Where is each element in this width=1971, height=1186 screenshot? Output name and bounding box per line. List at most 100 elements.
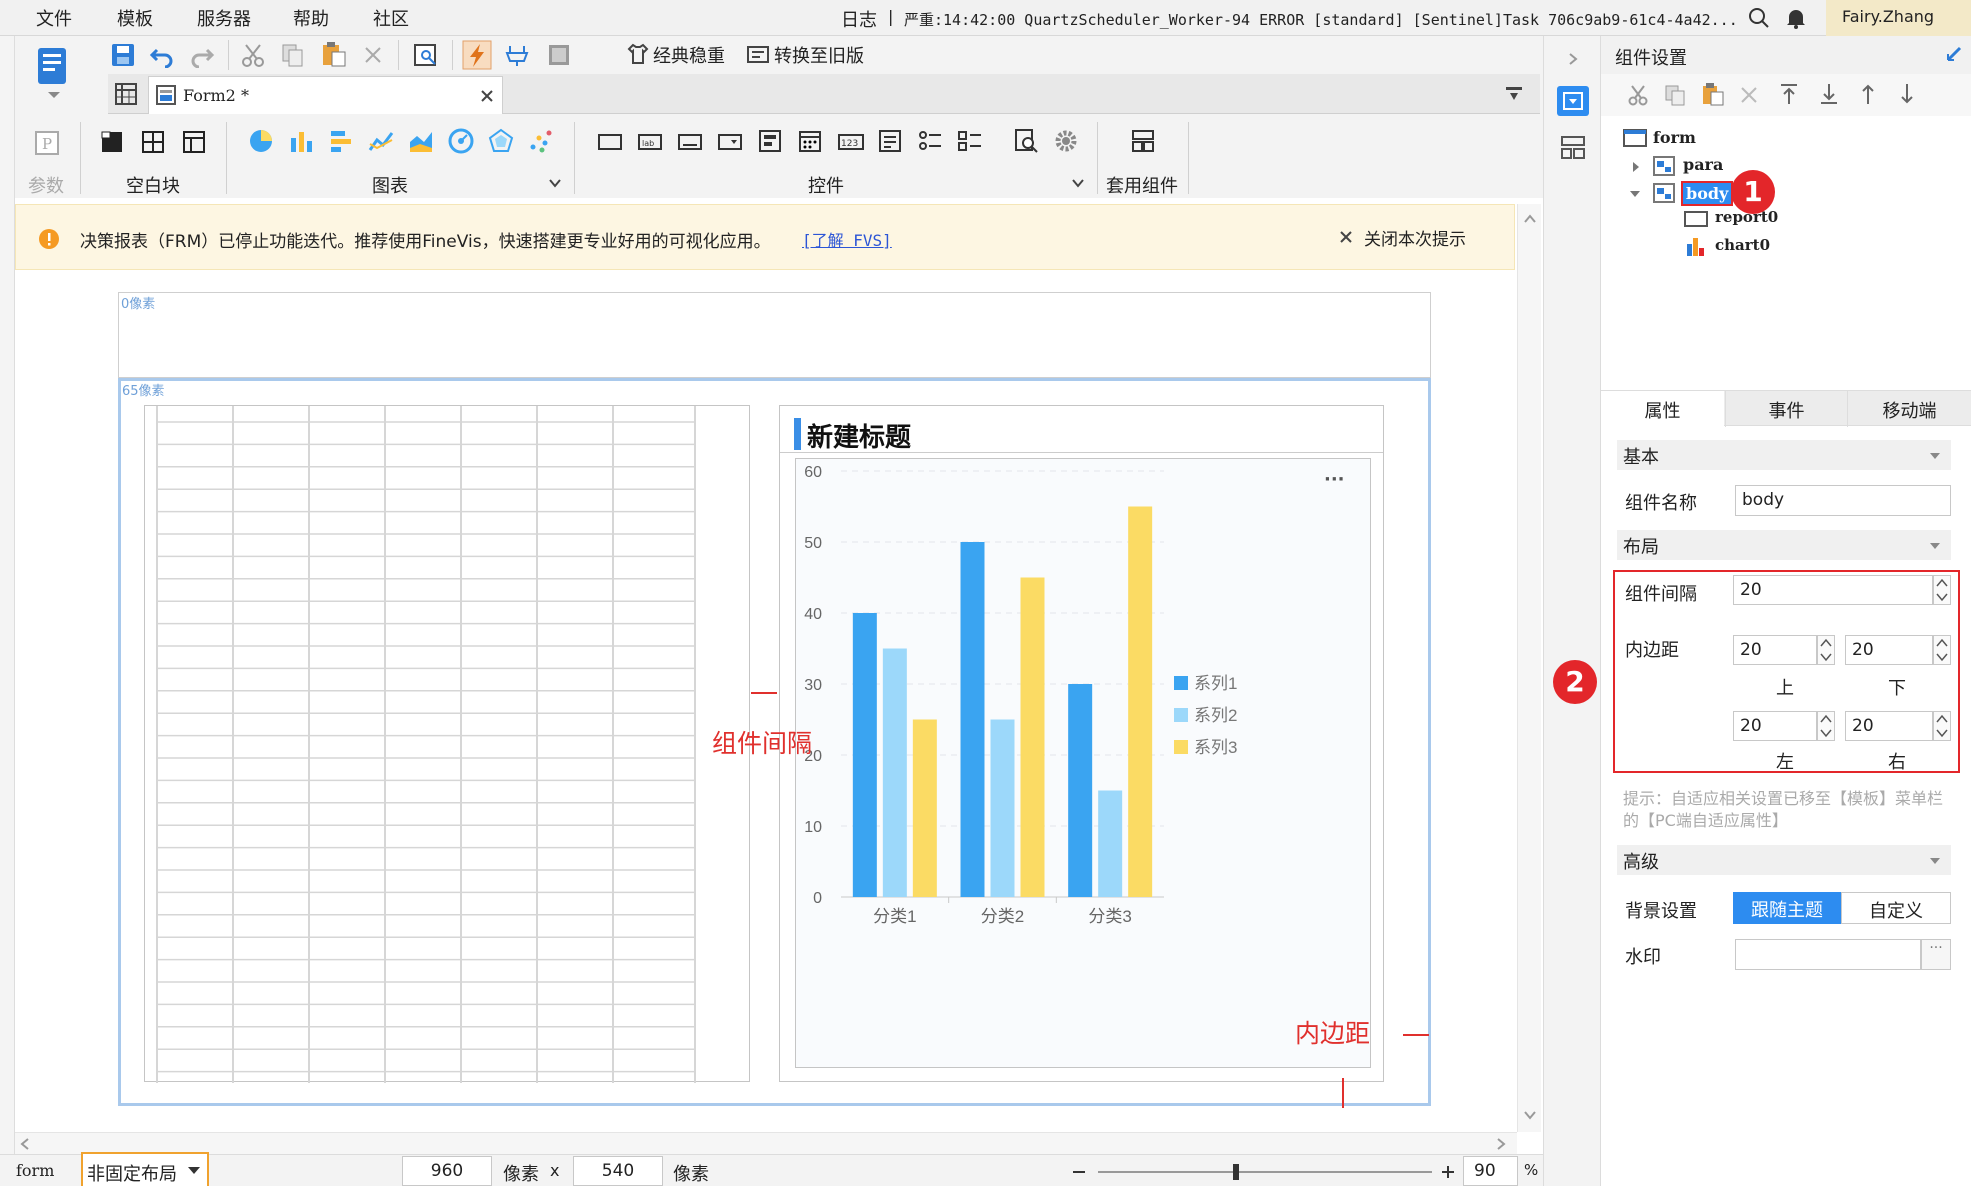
shirt-icon[interactable] bbox=[626, 42, 650, 66]
gap-input[interactable]: 20 bbox=[1733, 575, 1933, 605]
close-notice-button[interactable]: 关闭本次提示 bbox=[1364, 225, 1466, 250]
tab-properties[interactable]: 属性 bbox=[1601, 391, 1724, 427]
classic-style-button[interactable]: 经典稳重 bbox=[653, 42, 725, 68]
notice-link[interactable]: [了解 FVS] bbox=[802, 227, 892, 251]
move-bottom-icon[interactable] bbox=[1819, 83, 1839, 105]
menu-template[interactable]: 模板 bbox=[117, 5, 153, 31]
para-area[interactable]: 0像素 bbox=[118, 292, 1431, 378]
user-name[interactable]: Fairy.Zhang bbox=[1826, 0, 1971, 36]
padding-top-stepper[interactable] bbox=[1817, 635, 1835, 665]
convert-old-button[interactable]: 转换至旧版 bbox=[774, 42, 864, 68]
tree-widget-icon[interactable] bbox=[757, 128, 783, 154]
bar-chart-icon[interactable] bbox=[288, 128, 314, 154]
section-basic[interactable]: 基本 bbox=[1617, 440, 1951, 470]
settings-widget-icon[interactable] bbox=[1053, 128, 1079, 154]
horizontal-scrollbar[interactable] bbox=[15, 1132, 1517, 1154]
param-icon[interactable]: P bbox=[34, 130, 60, 156]
delete-icon[interactable] bbox=[362, 44, 384, 66]
gauge-chart-icon[interactable] bbox=[448, 128, 474, 154]
width-input[interactable]: 960 bbox=[402, 1156, 492, 1186]
zoom-slider-track[interactable] bbox=[1098, 1171, 1432, 1173]
menu-file[interactable]: 文件 bbox=[36, 5, 72, 31]
line-chart-icon[interactable] bbox=[368, 128, 394, 154]
padding-left-input[interactable]: 20 bbox=[1733, 711, 1817, 741]
zoom-out-icon[interactable] bbox=[1071, 1165, 1087, 1179]
expand-arrow-icon[interactable] bbox=[1566, 52, 1580, 66]
button-widget-icon[interactable] bbox=[677, 130, 703, 154]
query-button-icon[interactable] bbox=[1013, 128, 1039, 154]
cut-icon[interactable] bbox=[240, 42, 266, 68]
scroll-left-icon[interactable] bbox=[19, 1137, 31, 1151]
number-widget-icon[interactable]: 123 bbox=[837, 130, 865, 154]
close-tab-icon[interactable] bbox=[480, 89, 494, 103]
padding-bottom-stepper[interactable] bbox=[1933, 635, 1951, 665]
chart-widget[interactable]: 新建标题 ··· 0 10 20 30 40 50 60 分类1 分类2 分类3 系列1 系列2 系列3 bbox=[779, 405, 1384, 1082]
tab-menu-icon[interactable] bbox=[1504, 84, 1524, 104]
log-label[interactable]: 日志 bbox=[841, 6, 877, 32]
padding-bottom-input[interactable]: 20 bbox=[1845, 635, 1933, 665]
move-up-icon[interactable] bbox=[1858, 83, 1878, 105]
scroll-down-icon[interactable] bbox=[1523, 1109, 1537, 1121]
menu-community[interactable]: 社区 bbox=[373, 5, 409, 31]
section-advanced[interactable]: 高级 bbox=[1617, 845, 1951, 875]
save-icon[interactable] bbox=[110, 42, 136, 68]
chart-expand-icon[interactable] bbox=[548, 176, 562, 190]
scatter-chart-icon[interactable] bbox=[528, 128, 554, 154]
watermark-input[interactable] bbox=[1735, 939, 1921, 970]
copy-icon[interactable] bbox=[280, 42, 306, 68]
zoom-in-icon[interactable] bbox=[1440, 1164, 1456, 1180]
panel-paste-icon[interactable] bbox=[1701, 82, 1725, 106]
grid-toggle-icon[interactable] bbox=[114, 82, 138, 106]
left-collapse-strip[interactable] bbox=[0, 36, 15, 1186]
padding-right-stepper[interactable] bbox=[1933, 711, 1951, 741]
report-widget[interactable] bbox=[144, 405, 750, 1083]
template-list-icon[interactable] bbox=[34, 46, 74, 100]
tree-node-form[interactable]: form bbox=[1653, 128, 1696, 147]
section-layout[interactable]: 布局 bbox=[1617, 530, 1951, 560]
tree-node-chart0[interactable]: chart0 bbox=[1715, 236, 1770, 254]
preview-icon[interactable] bbox=[413, 42, 439, 68]
scroll-right-icon[interactable] bbox=[1495, 1137, 1507, 1151]
pie-chart-icon[interactable] bbox=[248, 128, 274, 154]
vertical-scrollbar[interactable] bbox=[1517, 204, 1541, 1132]
flash-icon[interactable] bbox=[462, 40, 492, 70]
dropdown-widget-icon[interactable] bbox=[717, 130, 743, 154]
zoom-input[interactable]: 90 bbox=[1463, 1156, 1518, 1186]
log-message[interactable]: 严重:14:42:00 QuartzScheduler_Worker-94 ER… bbox=[904, 9, 1744, 30]
control-expand-icon[interactable] bbox=[1071, 176, 1085, 190]
area-chart-icon[interactable] bbox=[408, 128, 434, 154]
convert-icon[interactable] bbox=[746, 42, 770, 66]
move-top-icon[interactable] bbox=[1779, 83, 1799, 105]
tab-mobile[interactable]: 移动端 bbox=[1847, 391, 1971, 427]
watermark-more-button[interactable]: ··· bbox=[1921, 939, 1951, 970]
zoom-slider-thumb[interactable] bbox=[1233, 1164, 1239, 1180]
blank-block-icon[interactable] bbox=[100, 130, 124, 154]
pin-icon[interactable] bbox=[1944, 44, 1964, 64]
widget-library-icon[interactable] bbox=[1560, 134, 1586, 160]
gap-stepper[interactable] bbox=[1933, 575, 1951, 605]
search-icon[interactable] bbox=[1748, 7, 1770, 29]
panel-copy-icon[interactable] bbox=[1664, 84, 1686, 106]
close-notice-icon[interactable] bbox=[1339, 230, 1353, 244]
date-widget-icon[interactable] bbox=[797, 128, 823, 154]
padding-left-stepper[interactable] bbox=[1817, 711, 1835, 741]
panel-delete-icon[interactable] bbox=[1739, 85, 1759, 105]
menu-help[interactable]: 帮助 bbox=[293, 5, 329, 31]
radar-chart-icon[interactable] bbox=[488, 128, 514, 154]
panel-cut-icon[interactable] bbox=[1627, 84, 1649, 106]
label-icon[interactable]: lab bbox=[637, 130, 663, 154]
checkbox-group-icon[interactable] bbox=[957, 128, 983, 154]
tree-node-para[interactable]: para bbox=[1683, 155, 1723, 174]
layout-select[interactable]: 非固定布局 bbox=[81, 1152, 209, 1186]
paste-icon[interactable] bbox=[320, 40, 348, 68]
textbox-icon[interactable] bbox=[597, 130, 623, 154]
template-component-icon[interactable] bbox=[1130, 128, 1156, 154]
move-down-icon[interactable] bbox=[1897, 83, 1917, 105]
plugin-icon[interactable] bbox=[504, 42, 530, 68]
bg-follow-theme-button[interactable]: 跟随主题 bbox=[1733, 892, 1841, 924]
scroll-up-icon[interactable] bbox=[1523, 212, 1537, 224]
component-name-input[interactable]: body bbox=[1735, 485, 1951, 516]
tab-form2[interactable]: Form2 * bbox=[148, 76, 503, 114]
undo-icon[interactable] bbox=[149, 42, 175, 68]
component-settings-toggle[interactable] bbox=[1557, 86, 1589, 116]
